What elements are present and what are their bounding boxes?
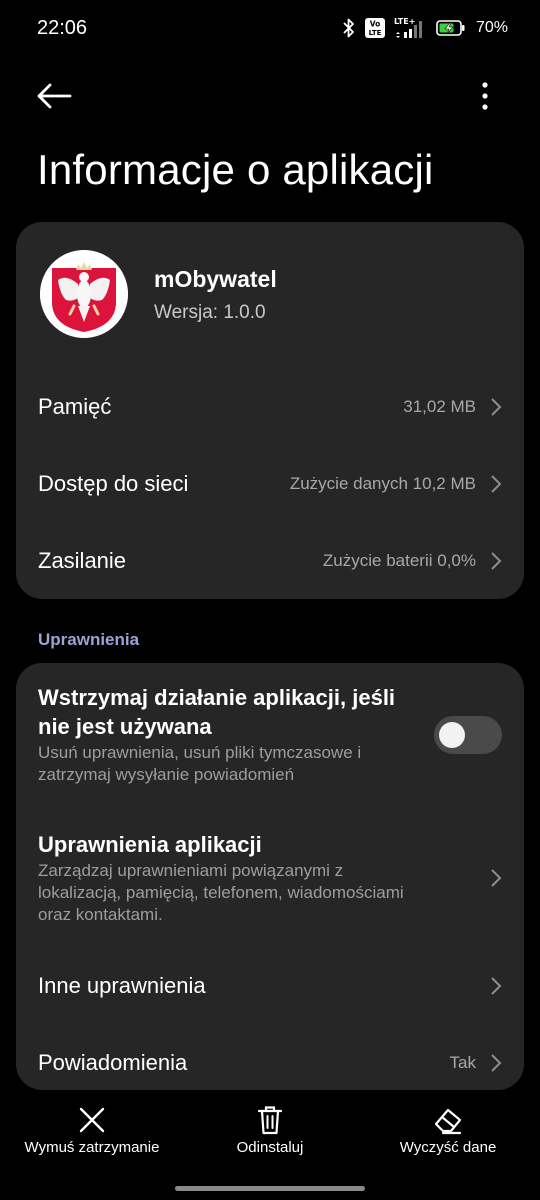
app-permissions-desc-line2: lokalizacją, pamięcią, telefonem, wiadom… [38,883,404,902]
page-title: Informacje o aplikacji [37,146,434,193]
bluetooth-icon [343,18,354,38]
more-vertical-icon [482,82,488,110]
app-version: Wersja: 1.0.0 [154,302,266,323]
uninstall-button[interactable]: Odinstaluj [180,1098,360,1168]
trash-icon [257,1106,283,1135]
clear-data-button[interactable]: Wyczyść dane [358,1098,538,1168]
chevron-right-icon [491,552,502,570]
battery-percent: 70% [475,19,508,36]
other-permissions-row[interactable]: Inne uprawnienia [16,956,524,1016]
network-access-label: Dostęp do sieci [38,471,189,496]
app-info-card: mObywatel Wersja: 1.0.0 Pamięć 31,02 MB … [16,222,524,599]
app-name: mObywatel [154,266,277,292]
toggle-knob [439,722,465,748]
uninstall-label: Odinstaluj [236,1139,304,1156]
network-type-label: LTE+ [394,17,415,26]
back-arrow-icon [37,83,72,109]
force-stop-button[interactable]: Wymuś zatrzymanie [2,1098,182,1168]
chevron-right-icon [491,1054,502,1072]
pause-app-title-line2: nie jest używana [38,714,212,739]
chevron-right-icon [491,398,502,416]
eraser-icon [434,1108,462,1135]
app-permissions-row[interactable]: Uprawnienia aplikacji Zarządzaj uprawnie… [16,818,524,938]
volte-badge-line2: LTE [369,29,382,37]
home-indicator[interactable] [175,1186,365,1191]
volte-icon: Vo LTE [364,18,385,38]
app-permissions-title: Uprawnienia aplikacji [38,832,262,857]
status-time: 22:06 [37,17,88,39]
network-access-value: Zużycie danych 10,2 MB [289,474,476,493]
permissions-section-title: Uprawnienia [38,630,140,649]
more-options-button[interactable] [472,80,498,112]
polish-eagle-emblem-icon [40,250,128,338]
pause-app-toggle[interactable] [434,716,502,754]
signal-icon: LTE+ [394,17,422,38]
other-permissions-title: Inne uprawnienia [38,973,206,998]
notifications-title: Powiadomienia [38,1050,188,1075]
permissions-card: Wstrzymaj działanie aplikacji, jeśli nie… [16,663,524,1090]
notifications-row[interactable]: Powiadomienia Tak [16,1033,524,1093]
app-icon [40,250,128,338]
status-bar: 22:06 Vo LTE LTE+ 70% [0,0,540,58]
pause-app-desc-line2: zatrzymaj wysyłanie powiadomień [38,765,295,784]
notifications-value: Tak [449,1053,476,1072]
battery-charging-icon [436,20,465,36]
battery-value: Zużycie baterii 0,0% [322,551,476,570]
chevron-right-icon [491,869,502,887]
battery-label: Zasilanie [38,548,127,573]
force-stop-label: Wymuś zatrzymanie [24,1139,160,1156]
pause-app-title-line1: Wstrzymaj działanie aplikacji, jeśli [38,685,396,710]
chevron-right-icon [491,977,502,995]
back-button[interactable] [34,80,74,112]
clear-data-label: Wyczyść dane [399,1139,497,1156]
storage-label: Pamięć [38,394,112,419]
battery-row[interactable]: Zasilanie Zużycie baterii 0,0% [16,531,524,591]
network-access-row[interactable]: Dostęp do sieci Zużycie danych 10,2 MB [16,454,524,514]
pause-app-desc-line1: Usuń uprawnienia, usuń pliki tymczasowe … [38,743,362,762]
chevron-right-icon [491,475,502,493]
volte-badge-line1: Vo [370,20,381,29]
storage-value: 31,02 MB [403,397,476,416]
app-permissions-desc-line1: Zarządzaj uprawnieniami powiązanymi z [38,861,344,880]
status-icons: Vo LTE LTE+ 70% [342,16,508,40]
storage-row[interactable]: Pamięć 31,02 MB [16,377,524,437]
app-permissions-desc-line3: oraz kontaktami. [38,905,163,924]
bottom-action-bar: Wymuś zatrzymanie Odinstaluj Wyczyść dan… [0,1098,540,1168]
pause-app-row[interactable]: Wstrzymaj działanie aplikacji, jeśli nie… [16,663,524,803]
close-icon [79,1107,105,1133]
